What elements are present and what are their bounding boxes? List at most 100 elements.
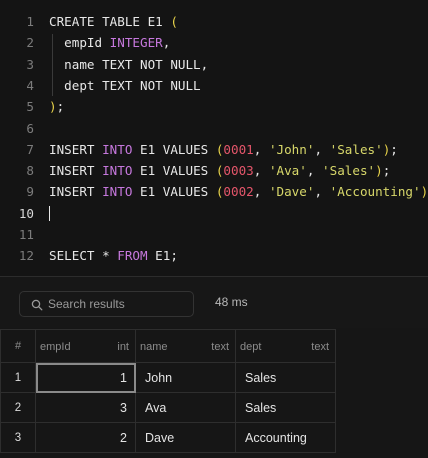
code-text: name TEXT NOT NULL,	[49, 54, 208, 75]
column-header-type: int	[117, 341, 129, 353]
line-number: 2	[26, 35, 34, 51]
code-token: 'Sales'	[329, 141, 383, 157]
column-header-label: name	[140, 341, 168, 353]
cell-dept[interactable]: Accounting	[235, 422, 336, 453]
row-index[interactable]: 3	[0, 422, 36, 453]
cell-dept[interactable]: Sales	[235, 362, 336, 393]
code-text: INSERT INTO E1 VALUES (0001, 'John', 'Sa…	[49, 139, 398, 160]
code-token: INSERT	[49, 141, 103, 157]
code-line[interactable]: 10	[0, 203, 428, 224]
code-line[interactable]: 4 dept TEXT NOT NULL	[0, 75, 428, 96]
row-index[interactable]: 2	[0, 392, 36, 423]
code-token: )	[49, 99, 57, 115]
line-number: 3	[26, 56, 34, 72]
code-token: 'Sales'	[322, 163, 376, 179]
line-number: 5	[26, 99, 34, 115]
column-header-index[interactable]: #	[0, 329, 36, 363]
code-token: INTO	[102, 141, 133, 157]
code-token: INTO	[102, 184, 133, 200]
code-token: ,	[314, 184, 330, 200]
code-token: (	[170, 14, 178, 29]
code-token: E1 VALUES	[132, 184, 216, 200]
column-header-dept[interactable]: dept text	[235, 329, 336, 363]
cell-empid[interactable]: 1	[35, 362, 136, 393]
code-token: ,	[306, 163, 323, 179]
code-line[interactable]: 9 INSERT INTO E1 VALUES (0002, 'Dave', 'A…	[0, 181, 428, 202]
code-token: )	[420, 184, 428, 200]
cell-name[interactable]: Ava	[135, 392, 236, 423]
column-header-type: text	[311, 341, 329, 353]
code-line[interactable]: 1 CREATE TABLE E1 (	[0, 11, 428, 32]
code-line[interactable]: 5);	[0, 96, 428, 117]
code-text: SELECT * FROM E1;	[49, 245, 178, 266]
code-line[interactable]: 6	[0, 118, 428, 139]
code-token: ,	[162, 35, 171, 51]
column-header-label: dept	[240, 341, 262, 353]
code-token: ,	[314, 141, 330, 157]
code-token: E1 VALUES	[132, 163, 216, 179]
grid-empty-area	[335, 329, 428, 458]
column-header-label: empId	[40, 341, 71, 353]
code-line[interactable]: 11	[0, 224, 428, 245]
column-header-type: text	[211, 341, 229, 353]
code-token: ;	[390, 141, 398, 157]
code-token: dept TEXT NOT NULL	[49, 77, 201, 93]
cell-dept[interactable]: Sales	[235, 392, 336, 423]
code-line[interactable]: 3 name TEXT NOT NULL,	[0, 54, 428, 75]
cell-empid[interactable]: 3	[35, 392, 136, 423]
cell-name[interactable]: John	[135, 362, 236, 393]
query-timing: 48 ms	[215, 295, 248, 309]
code-token: INSERT	[49, 184, 103, 200]
table-row: 1 1 John Sales	[0, 362, 336, 393]
code-text: empId INTEGER,	[49, 32, 170, 53]
code-token: INTEGER	[109, 35, 163, 51]
line-number: 9	[26, 184, 34, 200]
code-token: E1;	[147, 248, 178, 264]
line-number: 10	[18, 205, 34, 221]
search-icon	[31, 299, 43, 311]
cell-name[interactable]: Dave	[135, 422, 236, 453]
column-header-name[interactable]: name text	[135, 329, 236, 363]
search-placeholder: Search results	[48, 297, 125, 311]
code-text: dept TEXT NOT NULL	[49, 75, 201, 96]
search-results-input[interactable]: Search results	[19, 291, 194, 317]
header-row: # empId int name text dept text	[0, 329, 336, 363]
table-row: 3 2 Dave Accounting	[0, 422, 336, 453]
code-token: ;	[56, 99, 65, 115]
line-number: 12	[18, 248, 34, 264]
code-token: )	[375, 163, 383, 179]
line-number: 7	[26, 141, 34, 157]
code-token: INTO	[102, 163, 133, 179]
code-text: CREATE TABLE E1 (	[49, 11, 178, 32]
line-number: 8	[26, 163, 34, 179]
code-token: FROM	[117, 248, 148, 264]
code-token: 'Dave'	[268, 184, 315, 200]
column-header-label: #	[14, 340, 22, 352]
code-token: name TEXT NOT NULL,	[49, 56, 209, 72]
line-number: 4	[26, 77, 34, 93]
code-line[interactable]: 8 INSERT INTO E1 VALUES (0003, 'Ava', 'Sa…	[0, 160, 428, 181]
text-cursor	[49, 205, 50, 221]
cell-empid[interactable]: 2	[35, 422, 136, 453]
code-token: 'Accounting'	[329, 184, 421, 200]
sql-editor[interactable]: 1 CREATE TABLE E1 (2 empId INTEGER, 3 name…	[0, 0, 428, 277]
code-token: INSERT	[49, 163, 103, 179]
code-line[interactable]: 7 INSERT INTO E1 VALUES (0001, 'John', 'S…	[0, 139, 428, 160]
results-grid: # empId int name text dept text 1 1 John…	[0, 329, 336, 453]
code-line[interactable]: 2 empId INTEGER,	[0, 32, 428, 53]
code-token: 0002	[223, 184, 254, 200]
line-number: 1	[26, 14, 34, 29]
code-line[interactable]: 12 SELECT * FROM E1;	[0, 245, 428, 266]
code-token: ,	[253, 141, 269, 157]
row-index[interactable]: 1	[0, 362, 36, 393]
column-header-empid[interactable]: empId int	[35, 329, 136, 363]
code-token: SELECT *	[49, 248, 118, 264]
results-toolbar: Search results 48 ms	[0, 277, 428, 328]
code-text	[49, 203, 50, 224]
line-number: 11	[18, 227, 34, 242]
code-text: INSERT INTO E1 VALUES (0003, 'Ava', 'Sal…	[49, 160, 390, 181]
code-text: );	[49, 96, 64, 117]
code-token: ,	[253, 163, 269, 179]
code-token: empId	[49, 35, 110, 51]
code-token: 'John'	[268, 141, 315, 157]
